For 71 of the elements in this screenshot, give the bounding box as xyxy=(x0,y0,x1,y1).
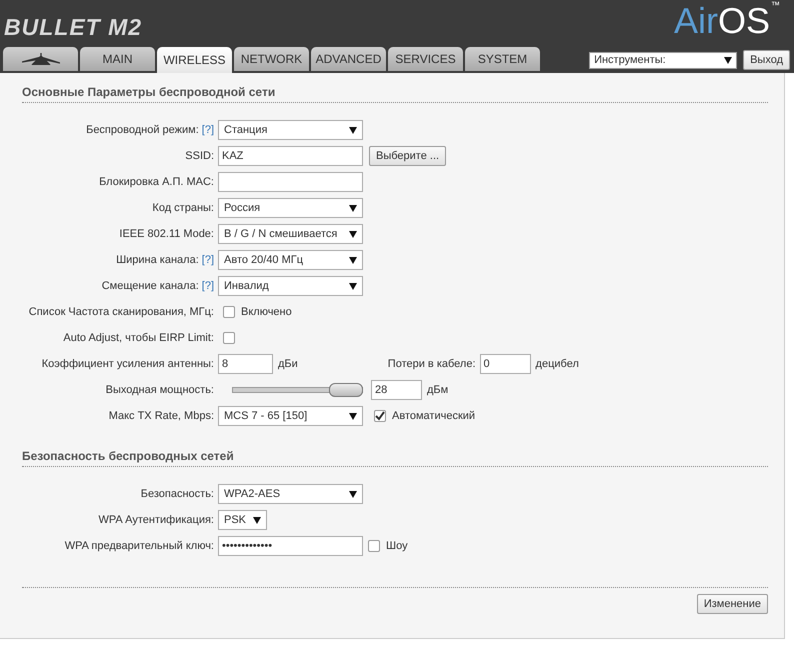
help-link[interactable]: [?] xyxy=(202,124,214,136)
help-link[interactable]: [?] xyxy=(202,280,214,292)
field-label: IEEE 802.11 Mode: xyxy=(118,228,215,240)
dropdown-caret-icon xyxy=(349,256,357,264)
field-label: Ширина канала: [?] xyxy=(115,254,215,266)
dropdown[interactable]: Россия xyxy=(218,198,363,218)
dropdown[interactable]: Станция xyxy=(218,120,363,140)
dropdown[interactable]: Авто 20/40 МГц xyxy=(218,250,363,270)
field-label: Auto Adjust, чтобы EIRP Limit: xyxy=(62,332,215,344)
dropdown-caret-icon xyxy=(724,56,732,64)
field-label: Смещение канала: [?] xyxy=(100,280,215,292)
tab[interactable]: WIRELESS xyxy=(157,47,232,73)
text-field[interactable]: KAZ xyxy=(218,146,363,166)
section-title: Основные Параметры беспроводной сети xyxy=(22,85,768,103)
dropdown-caret-icon xyxy=(349,126,357,134)
brand-logo-text: Air xyxy=(674,0,718,42)
section-title: Безопасность беспроводных сетей xyxy=(22,449,768,467)
field-label: SSID: xyxy=(184,150,215,162)
dropdown-caret-icon xyxy=(349,490,357,498)
tab[interactable]: NETWORK xyxy=(234,47,309,71)
dropdown[interactable]: PSK xyxy=(218,510,267,530)
field-label: Коэффициент усиления антенны: xyxy=(40,358,215,370)
tab[interactable]: MAIN xyxy=(80,47,155,71)
tab[interactable]: ADVANCED xyxy=(311,47,386,71)
help-link[interactable]: [?] xyxy=(202,254,214,266)
field-label: Выходная мощность: xyxy=(104,384,215,396)
field-label: Список Частота сканирования, МГц: xyxy=(28,306,215,318)
field-label: Безопасность: xyxy=(140,488,215,500)
password-field[interactable]: ••••••••••••• xyxy=(218,536,363,556)
checkbox-label: Автоматический xyxy=(392,410,476,422)
field-label: WPA предварительный ключ: xyxy=(64,540,215,552)
field-label: WPA Аутентификация: xyxy=(97,514,215,526)
dropdown[interactable]: B / G / N смешивается xyxy=(218,224,363,244)
checkbox[interactable] xyxy=(368,540,380,552)
dropdown[interactable]: Инвалид xyxy=(218,276,363,296)
checkbox[interactable] xyxy=(223,332,235,344)
antenna-logo-icon xyxy=(22,53,60,65)
tab[interactable]: SYSTEM xyxy=(465,47,540,71)
checkbox-label: Включено xyxy=(241,306,292,318)
field-label: Код страны: xyxy=(151,202,215,214)
select-button[interactable]: Выберите ... xyxy=(369,146,446,166)
field-label: Макс TX Rate, Mbps: xyxy=(108,410,215,422)
unit-label: дБи xyxy=(278,358,298,370)
dropdown-caret-icon xyxy=(253,516,261,524)
checkbox[interactable] xyxy=(223,306,235,318)
save-button[interactable]: Изменение xyxy=(696,594,768,614)
brand-logo-text: OS xyxy=(718,0,770,42)
unit-label: децибел xyxy=(536,358,579,370)
logout-button[interactable]: Выход xyxy=(743,50,790,70)
text-field[interactable]: 8 xyxy=(218,354,273,374)
unit-label: дБм xyxy=(427,384,448,396)
dropdown[interactable]: MCS 7 - 65 [150] xyxy=(218,406,363,426)
tab[interactable]: SERVICES xyxy=(388,47,463,71)
text-field[interactable]: 0 xyxy=(480,354,531,374)
dropdown-caret-icon xyxy=(349,412,357,420)
trademark: ™ xyxy=(771,0,780,10)
checkbox[interactable] xyxy=(374,410,386,422)
dropdown-caret-icon xyxy=(349,282,357,290)
text-field[interactable]: 28 xyxy=(371,380,422,400)
text-field[interactable] xyxy=(218,172,363,192)
slider-handle[interactable] xyxy=(329,383,363,397)
field-label: Беспроводной режим: [?] xyxy=(85,124,215,136)
field-label: Потери в кабеле: xyxy=(388,358,476,370)
product-logo: BULLET M2 xyxy=(4,14,142,41)
dropdown-caret-icon xyxy=(349,204,357,212)
dropdown-caret-icon xyxy=(349,230,357,238)
tools-dropdown[interactable]: Инструменты: xyxy=(589,52,738,68)
dropdown[interactable]: WPA2-AES xyxy=(218,484,363,504)
logo-tab[interactable] xyxy=(3,47,78,71)
field-label: Блокировка А.П. MAC: xyxy=(98,176,215,188)
checkbox-label: Шоу xyxy=(386,540,408,552)
